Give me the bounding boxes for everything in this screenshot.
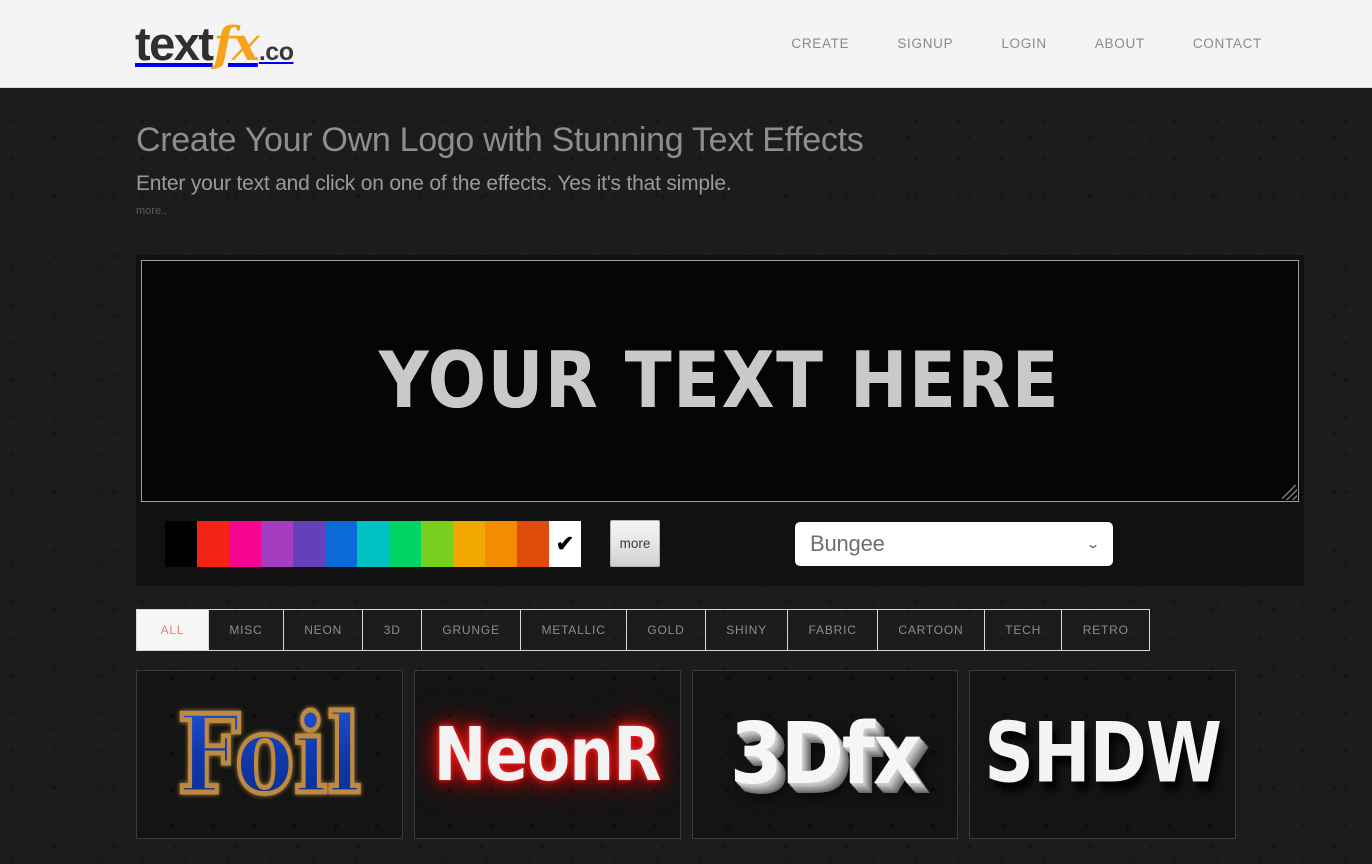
tab-shiny[interactable]: SHINY — [706, 609, 789, 650]
color-swatch-orange[interactable] — [485, 520, 517, 567]
color-swatch-red[interactable] — [197, 520, 229, 567]
tab-misc[interactable]: MISC — [209, 609, 284, 650]
hero-section: Create Your Own Logo with Stunning Text … — [136, 88, 1236, 219]
tab-gold[interactable]: GOLD — [627, 609, 706, 650]
font-select[interactable]: Bungee ⌄ — [795, 521, 1113, 566]
resize-handle-icon[interactable] — [1282, 484, 1297, 500]
color-swatch-green[interactable] — [389, 520, 421, 567]
font-select-value: Bungee — [810, 530, 885, 556]
effect-thumbnail-shdw[interactable]: SHDW — [969, 669, 1236, 839]
color-swatch-palette: ✔ — [165, 520, 581, 567]
effect-label: 3Dfx — [729, 703, 922, 804]
more-colors-button[interactable]: more — [610, 520, 660, 568]
color-swatch-blue[interactable] — [325, 520, 357, 567]
main-navigation: CREATE SIGNUP LOGIN ABOUT CONTACT — [791, 36, 1262, 51]
editor-panel: YOUR TEXT HERE ✔ more Bungee ⌄ — [136, 255, 1304, 586]
tab-neon[interactable]: NEON — [284, 609, 364, 650]
effect-thumbnail-3d[interactable]: 3Dfx — [691, 669, 959, 839]
effect-thumbnail-foil[interactable]: Foil — [136, 669, 403, 839]
tab-3d[interactable]: 3D — [363, 609, 422, 650]
nav-item-login[interactable]: LOGIN — [1001, 36, 1047, 51]
effect-label: NeonR — [433, 711, 662, 798]
text-preview-canvas[interactable]: YOUR TEXT HERE — [141, 259, 1299, 502]
effect-thumbnail-neon[interactable]: NeonR — [413, 669, 681, 839]
effect-label: Foil — [176, 690, 363, 818]
color-swatch-magenta[interactable] — [229, 520, 261, 567]
nav-item-about[interactable]: ABOUT — [1095, 36, 1145, 51]
canvas-text-value: YOUR TEXT HERE — [379, 335, 1061, 427]
tab-fabric[interactable]: FABRIC — [788, 609, 879, 650]
effect-thumbnail-grid: Foil NeonR 3Dfx SHDW — [136, 669, 1236, 839]
color-swatch-cyan[interactable] — [357, 520, 389, 567]
tab-grunge[interactable]: GRUNGE — [422, 609, 522, 650]
logo-tld-part: .co — [258, 37, 294, 66]
logo-text-part: text — [135, 16, 214, 70]
effect-category-tabs: ALL MISC NEON 3D GRUNGE METALLIC GOLD SHINY FABR… — [136, 608, 1150, 651]
color-swatch-light-green[interactable] — [421, 520, 453, 567]
tab-all[interactable]: ALL — [137, 609, 209, 650]
color-swatch-purple[interactable] — [261, 520, 293, 567]
site-header: text fx .co CREATE SIGNUP LOGIN ABOUT CONT… — [0, 0, 1372, 88]
chevron-down-icon: ⌄ — [1085, 536, 1101, 551]
tab-retro[interactable]: RETRO — [1062, 610, 1149, 650]
tab-tech[interactable]: TECH — [985, 609, 1063, 650]
color-swatch-white[interactable]: ✔ — [549, 520, 581, 567]
page-title: Create Your Own Logo with Stunning Text … — [136, 121, 864, 159]
logo-fx-part: fx — [213, 16, 260, 72]
editor-controls: ✔ more Bungee ⌄ — [141, 502, 1299, 586]
more-info-link[interactable]: more.. — [136, 205, 167, 217]
check-icon: ✔ — [555, 530, 575, 556]
nav-item-create[interactable]: CREATE — [791, 36, 849, 51]
tab-cartoon[interactable]: CARTOON — [878, 609, 985, 650]
site-logo[interactable]: text fx .co — [135, 16, 294, 72]
tab-metallic[interactable]: METALLIC — [521, 609, 627, 650]
color-swatch-violet[interactable] — [293, 520, 325, 567]
color-swatch-amber[interactable] — [453, 520, 485, 567]
page-subtitle: Enter your text and click on one of the … — [136, 171, 732, 195]
effect-label: SHDW — [984, 705, 1222, 802]
color-swatch-black[interactable] — [165, 520, 197, 567]
nav-item-signup[interactable]: SIGNUP — [897, 36, 953, 51]
page-body: Create Your Own Logo with Stunning Text … — [0, 88, 1372, 864]
color-swatch-dark-orange[interactable] — [517, 520, 549, 567]
nav-item-contact[interactable]: CONTACT — [1193, 36, 1262, 51]
